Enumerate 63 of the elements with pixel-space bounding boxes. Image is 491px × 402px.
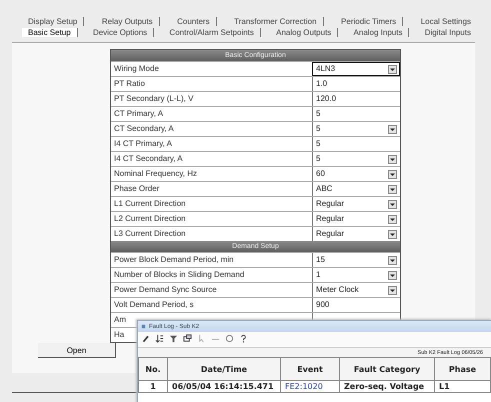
circle-icon[interactable] [225,334,234,343]
tab[interactable]: Basic Setup [22,28,78,37]
setting-label: Nominal Frequency, Hz [113,168,198,180]
setting-label: Ha [114,329,124,341]
setting-label: Power Block Demand Period, min [113,254,235,266]
setting-label: Number of Blocks in Sliding Demand [113,269,246,281]
tab[interactable]: Periodic Timers [335,17,404,26]
table-cell: FE2:1020 [280,380,340,392]
tab[interactable]: Device Options [86,28,154,37]
dropdown-field[interactable]: 5 [312,152,400,166]
help-icon[interactable] [239,334,248,343]
filter-icon[interactable] [169,334,178,343]
tab[interactable]: Display Setup [22,17,84,26]
setting-label: PT Secondary (L-L), V [113,93,194,105]
setting-label: I4 CT Secondary, A [113,153,184,165]
setting-label: PT Ratio [113,78,146,90]
setting-label: Volt Demand Period, s [113,299,195,311]
input-field[interactable]: 5 [312,137,400,151]
tab[interactable]: Counters [171,17,217,26]
column-header: Fault Category [340,358,434,380]
dropdown-field[interactable]: Regular [312,197,400,211]
input-field[interactable]: 5 [312,107,400,121]
table-cell: 06/05/04 16:14:15.471 [168,380,280,392]
dropdown-field[interactable]: ABC [312,182,400,196]
table-cell: L1 [434,380,490,392]
window-icon[interactable] [183,334,192,343]
column-header: Event [280,358,340,380]
input-field[interactable]: 1.0 [312,77,400,91]
setting-label: I4 CT Primary, A [113,138,173,150]
column-header: Date/Time [168,358,280,380]
setting-label: Wiring Mode [113,63,160,75]
tab[interactable]: Local Settings [414,17,477,26]
dropdown-field[interactable]: 5 [312,122,400,136]
tab[interactable]: Control/Alarm Setpoints [163,28,261,37]
input-field[interactable]: 900 [312,298,400,312]
dropdown-field[interactable]: Regular [312,212,400,226]
setting-label: Am [114,314,126,326]
input-field[interactable]: 120.0 [312,92,400,106]
dropdown-field[interactable]: 15 [312,253,400,267]
window-icon [141,324,146,329]
dropdown-field[interactable]: Meter Clock [312,283,400,297]
table-cell: 1 [138,380,168,392]
setting-label: Phase Order [113,183,160,195]
tab[interactable]: Relay Outputs [96,17,160,26]
table-cell: Zero-seq. Voltage [340,380,434,392]
setting-label: L3 Current Direction [113,228,187,240]
tab[interactable]: Analog Inputs [348,28,410,37]
setting-label: L2 Current Direction [113,213,187,225]
dropdown-field[interactable]: 60 [312,167,400,181]
tab[interactable]: Analog Outputs [270,28,338,37]
setting-label: CT Secondary, A [113,123,175,135]
column-header: Phase [434,358,490,380]
sort-icon[interactable] [155,334,164,343]
tab[interactable]: Digital Inputs [418,28,477,37]
setting-label: L1 Current Direction [113,198,187,210]
tab[interactable]: Transformer Correction [228,17,324,26]
dropdown-field[interactable]: 4LN3 [312,62,400,76]
pencil-icon[interactable] [141,334,150,343]
open-button[interactable]: Open [38,343,116,358]
setting-label: Power Demand Sync Source [113,284,218,296]
setting-label: CT Primary, A [113,108,164,120]
dropdown-field[interactable]: 1 [312,268,400,282]
column-header: No. [138,358,168,380]
